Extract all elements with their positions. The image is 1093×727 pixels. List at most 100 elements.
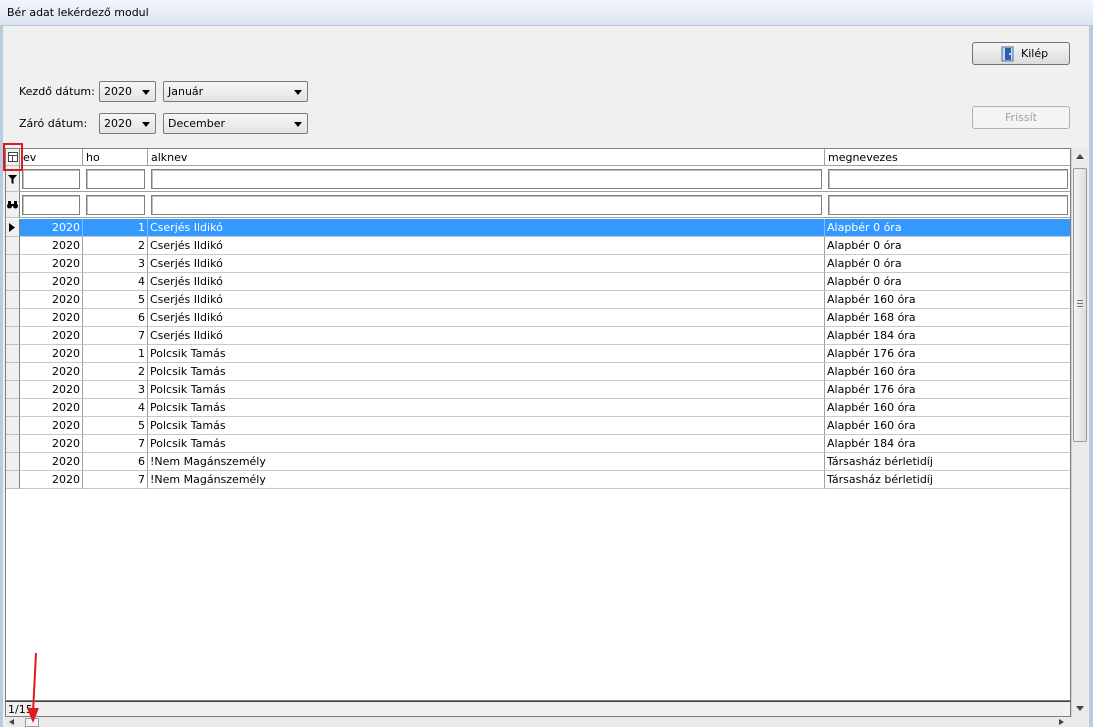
- cell-ho[interactable]: 4: [83, 273, 148, 291]
- row-indicator[interactable]: [6, 363, 20, 381]
- column-header-ho[interactable]: ho: [83, 149, 148, 166]
- cell-megnevezes[interactable]: Alapbér 176 óra: [825, 381, 1070, 399]
- cell-ev[interactable]: 2020: [20, 435, 83, 453]
- cell-megnevezes[interactable]: Alapbér 0 óra: [825, 273, 1070, 291]
- table-row[interactable]: 2020 2 Polcsik Tamás Alapbér 160 óra: [6, 363, 1070, 381]
- cell-megnevezes[interactable]: Alapbér 168 óra: [825, 309, 1070, 327]
- column-header-ev[interactable]: ev: [20, 149, 83, 166]
- data-grid[interactable]: ev ho alknev megnevezes 2020 1 Cserjés I…: [5, 148, 1071, 701]
- cell-megnevezes[interactable]: Társasház bérletidíj: [825, 471, 1070, 489]
- table-row[interactable]: 2020 7 Cserjés Ildikó Alapbér 184 óra: [6, 327, 1070, 345]
- vertical-scrollbar[interactable]: [1071, 148, 1088, 717]
- cell-ho[interactable]: 5: [83, 417, 148, 435]
- end-year-select[interactable]: 2020: [99, 113, 156, 134]
- cell-ev[interactable]: 2020: [20, 381, 83, 399]
- cell-megnevezes[interactable]: Alapbér 184 óra: [825, 327, 1070, 345]
- table-row[interactable]: 2020 4 Polcsik Tamás Alapbér 160 óra: [6, 399, 1070, 417]
- table-row[interactable]: 2020 1 Polcsik Tamás Alapbér 176 óra: [6, 345, 1070, 363]
- cell-megnevezes[interactable]: Alapbér 0 óra: [825, 219, 1070, 237]
- cell-ev[interactable]: 2020: [20, 453, 83, 471]
- row-indicator[interactable]: [6, 219, 20, 237]
- start-year-select[interactable]: 2020: [99, 81, 156, 102]
- row-indicator[interactable]: [6, 435, 20, 453]
- row-indicator[interactable]: [6, 327, 20, 345]
- cell-megnevezes[interactable]: Alapbér 0 óra: [825, 237, 1070, 255]
- table-row[interactable]: 2020 5 Polcsik Tamás Alapbér 160 óra: [6, 417, 1070, 435]
- cell-ho[interactable]: 3: [83, 381, 148, 399]
- cell-ev[interactable]: 2020: [20, 345, 83, 363]
- cell-ev[interactable]: 2020: [20, 327, 83, 345]
- search-input-ho[interactable]: [86, 195, 145, 215]
- cell-ho[interactable]: 7: [83, 471, 148, 489]
- row-indicator[interactable]: [6, 471, 20, 489]
- cell-alknev[interactable]: Polcsik Tamás: [148, 345, 825, 363]
- table-row[interactable]: 2020 7 !Nem Magánszemély Társasház bérletid…: [6, 471, 1070, 489]
- cell-megnevezes[interactable]: Alapbér 176 óra: [825, 345, 1070, 363]
- search-input-alknev[interactable]: [151, 195, 822, 215]
- cell-alknev[interactable]: Polcsik Tamás: [148, 435, 825, 453]
- cell-ho[interactable]: 7: [83, 435, 148, 453]
- cell-alknev[interactable]: Cserjés Ildikó: [148, 255, 825, 273]
- cell-ho[interactable]: 2: [83, 363, 148, 381]
- filter-input-ho[interactable]: [86, 169, 145, 189]
- table-row[interactable]: 2020 3 Cserjés Ildikó Alapbér 0 óra: [6, 255, 1070, 273]
- cell-megnevezes[interactable]: Alapbér 160 óra: [825, 417, 1070, 435]
- table-row[interactable]: 2020 3 Polcsik Tamás Alapbér 176 óra: [6, 381, 1070, 399]
- cell-ho[interactable]: 1: [83, 219, 148, 237]
- cell-megnevezes[interactable]: Alapbér 184 óra: [825, 435, 1070, 453]
- cell-ev[interactable]: 2020: [20, 273, 83, 291]
- table-row[interactable]: 2020 4 Cserjés Ildikó Alapbér 0 óra: [6, 273, 1070, 291]
- row-indicator[interactable]: [6, 453, 20, 471]
- cell-ho[interactable]: 7: [83, 327, 148, 345]
- cell-ho[interactable]: 2: [83, 237, 148, 255]
- row-indicator[interactable]: [6, 381, 20, 399]
- table-row[interactable]: 2020 5 Cserjés Ildikó Alapbér 160 óra: [6, 291, 1070, 309]
- cell-ev[interactable]: 2020: [20, 363, 83, 381]
- cell-megnevezes[interactable]: Alapbér 160 óra: [825, 291, 1070, 309]
- column-header-alknev[interactable]: alknev: [148, 149, 825, 166]
- cell-ho[interactable]: 6: [83, 309, 148, 327]
- column-header-megnevezes[interactable]: megnevezes: [825, 149, 1070, 166]
- cell-alknev[interactable]: Cserjés Ildikó: [148, 219, 825, 237]
- cell-ho[interactable]: 1: [83, 345, 148, 363]
- cell-ho[interactable]: 3: [83, 255, 148, 273]
- refresh-button[interactable]: Frissít: [972, 106, 1070, 129]
- cell-ho[interactable]: 4: [83, 399, 148, 417]
- cell-alknev[interactable]: Polcsik Tamás: [148, 417, 825, 435]
- cell-ho[interactable]: 5: [83, 291, 148, 309]
- cell-alknev[interactable]: Polcsik Tamás: [148, 399, 825, 417]
- scroll-thumb[interactable]: [1073, 168, 1087, 442]
- cell-alknev[interactable]: Cserjés Ildikó: [148, 327, 825, 345]
- cell-ev[interactable]: 2020: [20, 309, 83, 327]
- filter-input-megnevezes[interactable]: [828, 169, 1068, 189]
- cell-alknev[interactable]: !Nem Magánszemély: [148, 471, 825, 489]
- cell-megnevezes[interactable]: Alapbér 160 óra: [825, 363, 1070, 381]
- row-indicator[interactable]: [6, 399, 20, 417]
- table-row[interactable]: 2020 1 Cserjés Ildikó Alapbér 0 óra: [6, 219, 1070, 237]
- filter-input-ev[interactable]: [22, 169, 80, 189]
- cell-alknev[interactable]: !Nem Magánszemély: [148, 453, 825, 471]
- start-month-select[interactable]: Január: [163, 81, 308, 102]
- table-row[interactable]: 2020 2 Cserjés Ildikó Alapbér 0 óra: [6, 237, 1070, 255]
- filter-input-alknev[interactable]: [151, 169, 822, 189]
- table-row[interactable]: 2020 6 Cserjés Ildikó Alapbér 168 óra: [6, 309, 1070, 327]
- cell-ev[interactable]: 2020: [20, 237, 83, 255]
- search-input-ev[interactable]: [22, 195, 80, 215]
- cell-alknev[interactable]: Polcsik Tamás: [148, 381, 825, 399]
- cell-ev[interactable]: 2020: [20, 255, 83, 273]
- cell-alknev[interactable]: Cserjés Ildikó: [148, 273, 825, 291]
- cell-megnevezes[interactable]: Társasház bérletidíj: [825, 453, 1070, 471]
- row-indicator[interactable]: [6, 273, 20, 291]
- row-indicator[interactable]: [6, 255, 20, 273]
- cell-alknev[interactable]: Polcsik Tamás: [148, 363, 825, 381]
- row-indicator[interactable]: [6, 345, 20, 363]
- row-indicator[interactable]: [6, 291, 20, 309]
- row-indicator[interactable]: [6, 417, 20, 435]
- table-row[interactable]: 2020 6 !Nem Magánszemély Társasház bérletid…: [6, 453, 1070, 471]
- cell-megnevezes[interactable]: Alapbér 0 óra: [825, 255, 1070, 273]
- cell-alknev[interactable]: Cserjés Ildikó: [148, 291, 825, 309]
- search-input-megnevezes[interactable]: [828, 195, 1068, 215]
- horizontal-scrollbar[interactable]: [5, 717, 1088, 727]
- cell-ev[interactable]: 2020: [20, 471, 83, 489]
- table-row[interactable]: 2020 7 Polcsik Tamás Alapbér 184 óra: [6, 435, 1070, 453]
